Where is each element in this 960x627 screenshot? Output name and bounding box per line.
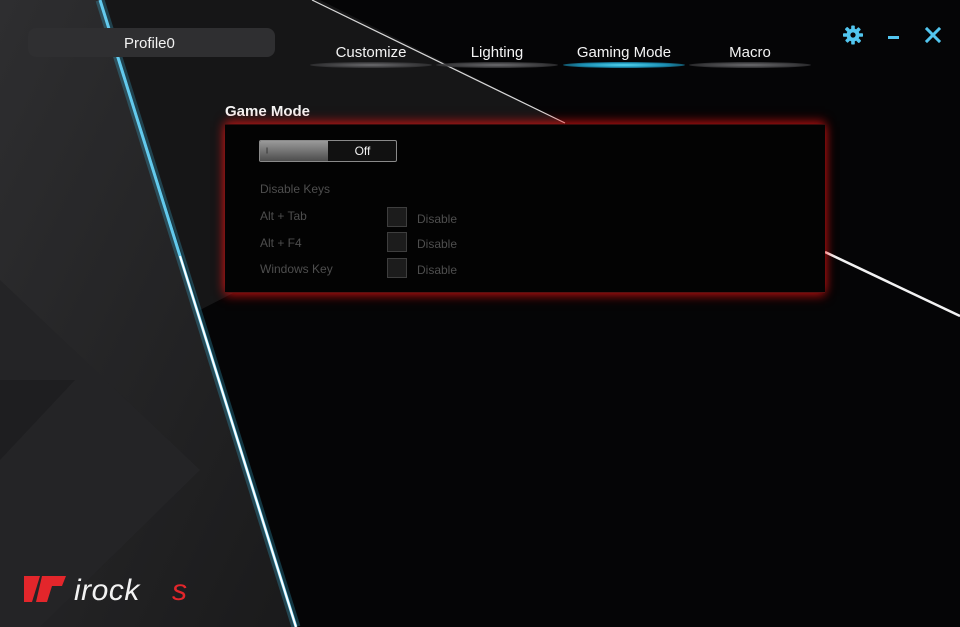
tab-underline [436,62,558,68]
tab-underline [310,62,432,68]
tab-lighting[interactable]: Lighting [432,44,562,70]
svg-text:s: s [172,574,187,604]
tab-underline-active [563,62,685,68]
profile-name: Profile0 [124,35,175,52]
disable-windows-key-label: Disable [417,263,458,277]
tab-macro[interactable]: Macro [685,44,815,70]
key-label-alt-f4: Alt + F4 [260,236,302,250]
disable-alt-f4-checkbox[interactable] [387,232,407,252]
disable-alt-tab-label: Disable [417,212,458,226]
close-icon [924,26,942,44]
disable-alt-tab-checkbox[interactable] [387,207,407,227]
irocks-logo: irock s [24,574,187,604]
tab-gaming-mode[interactable]: Gaming Mode [559,44,689,70]
tab-gaming-mode-label: Gaming Mode [576,44,672,61]
key-label-alt-tab: Alt + Tab [260,209,307,223]
game-mode-title: Game Mode [225,103,311,120]
close-button[interactable] [920,24,946,50]
tab-customize[interactable]: Customize [306,44,436,70]
settings-button[interactable] [840,24,866,50]
disable-alt-f4-label: Disable [417,237,458,251]
grip-icon: || [266,148,268,154]
toggle-state-label: Off [354,144,371,158]
svg-text:irock: irock [74,574,141,604]
game-mode-toggle[interactable]: || Off [259,140,397,162]
tab-customize-label: Customize [335,44,407,61]
gear-icon [843,25,863,45]
background-art [0,0,960,627]
minimize-icon [888,36,899,39]
disable-keys-heading: Disable Keys [260,182,331,196]
tab-macro-label: Macro [729,44,771,61]
key-label-windows-key: Windows Key [260,262,333,276]
toggle-knob: || [260,141,328,161]
disable-windows-key-checkbox[interactable] [387,258,407,278]
tab-lighting-label: Lighting [470,44,524,61]
tab-underline [689,62,811,68]
minimize-button[interactable] [880,24,906,50]
